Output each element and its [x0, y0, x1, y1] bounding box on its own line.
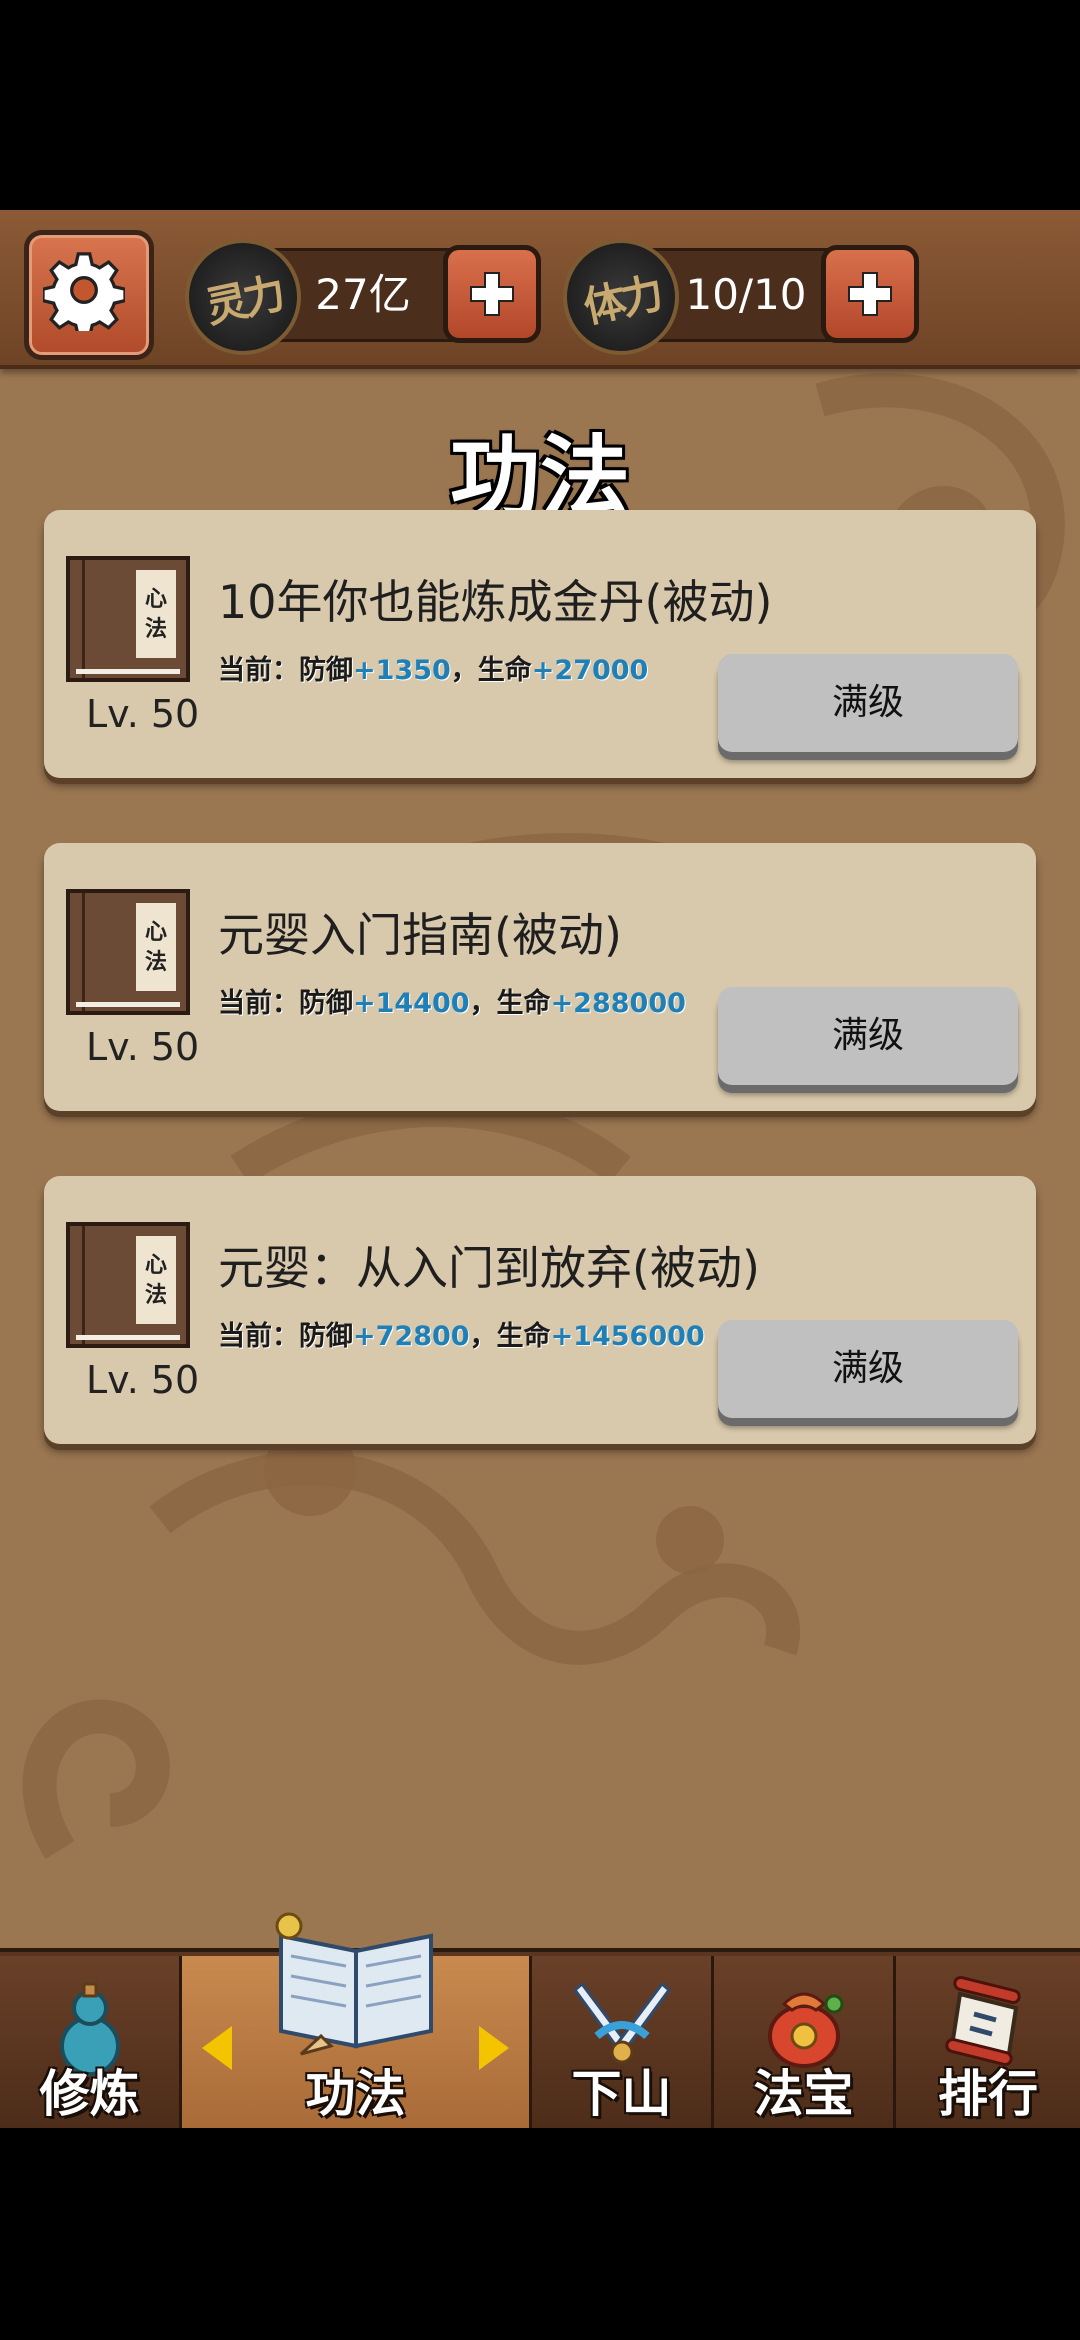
- skill-card: 心法 Lv. 50 元婴：从入门到放弃(被动) 当前：防御+72800，生命+1…: [44, 1176, 1036, 1444]
- spirit-value: 27亿: [315, 270, 411, 319]
- skill-level: Lv. 50: [86, 1358, 200, 1402]
- spirit-badge: 灵力: [185, 239, 301, 355]
- skill-card: 心法 Lv. 50 10年你也能炼成金丹(被动) 当前：防御+1350，生命+2…: [44, 510, 1036, 778]
- nav-descend[interactable]: 下山: [532, 1956, 714, 2128]
- nav-label: 修炼: [39, 2064, 140, 2123]
- bottom-nav: 修炼 功法 下山 法宝 排行: [0, 1912, 1080, 2128]
- skill-stats: 当前：防御+14400，生命+288000: [218, 988, 686, 1019]
- skill-stats: 当前：防御+72800，生命+1456000: [218, 1321, 705, 1352]
- skill-book-icon: 心法: [66, 1222, 190, 1348]
- nav-skills[interactable]: 功法: [182, 1912, 532, 2128]
- skill-level: Lv. 50: [86, 692, 200, 736]
- add-spirit-button[interactable]: [443, 245, 541, 343]
- nav-label: 排行: [938, 2064, 1038, 2123]
- open-book-icon: [275, 1912, 433, 2056]
- skill-level: Lv. 50: [86, 1025, 200, 1069]
- max-level-button[interactable]: 满级: [718, 1320, 1018, 1418]
- settings-button[interactable]: [24, 230, 154, 360]
- stamina-resource: 体力 10/10: [563, 239, 919, 355]
- skill-book-icon: 心法: [66, 889, 190, 1015]
- max-level-button[interactable]: 满级: [718, 987, 1018, 1085]
- plus-icon: [470, 272, 514, 316]
- skill-name: 元婴入门指南(被动): [218, 908, 622, 962]
- nav-label: 功法: [305, 2064, 406, 2123]
- add-stamina-button[interactable]: [821, 245, 919, 343]
- nav-label: 法宝: [753, 2064, 854, 2123]
- nav-treasure[interactable]: 法宝: [714, 1956, 896, 2128]
- stamina-badge: 体力: [563, 239, 679, 355]
- skill-card: 心法 Lv. 50 元婴入门指南(被动) 当前：防御+14400，生命+2880…: [44, 843, 1036, 1111]
- skill-name: 元婴：从入门到放弃(被动): [218, 1241, 760, 1295]
- nav-ranking[interactable]: 排行: [896, 1956, 1080, 2128]
- skill-name: 10年你也能炼成金丹(被动): [218, 575, 773, 629]
- plus-icon: [848, 272, 892, 316]
- max-level-button[interactable]: 满级: [718, 654, 1018, 752]
- arrow-right-icon[interactable]: [479, 2026, 509, 2070]
- nav-cultivate[interactable]: 修炼: [0, 1956, 182, 2128]
- game-screen: 灵力 27亿 体力 10/10 功法 心法 Lv. 50 10年你也能炼成金丹(…: [0, 210, 1080, 2128]
- stamina-value: 10/10: [685, 270, 807, 319]
- skill-stats: 当前：防御+1350，生命+27000: [218, 655, 649, 686]
- nav-label: 下山: [571, 2064, 672, 2123]
- spirit-resource: 灵力 27亿: [185, 239, 541, 355]
- top-bar: 灵力 27亿 体力 10/10: [0, 210, 1080, 369]
- gear-icon: [43, 252, 125, 331]
- skill-book-icon: 心法: [66, 556, 190, 682]
